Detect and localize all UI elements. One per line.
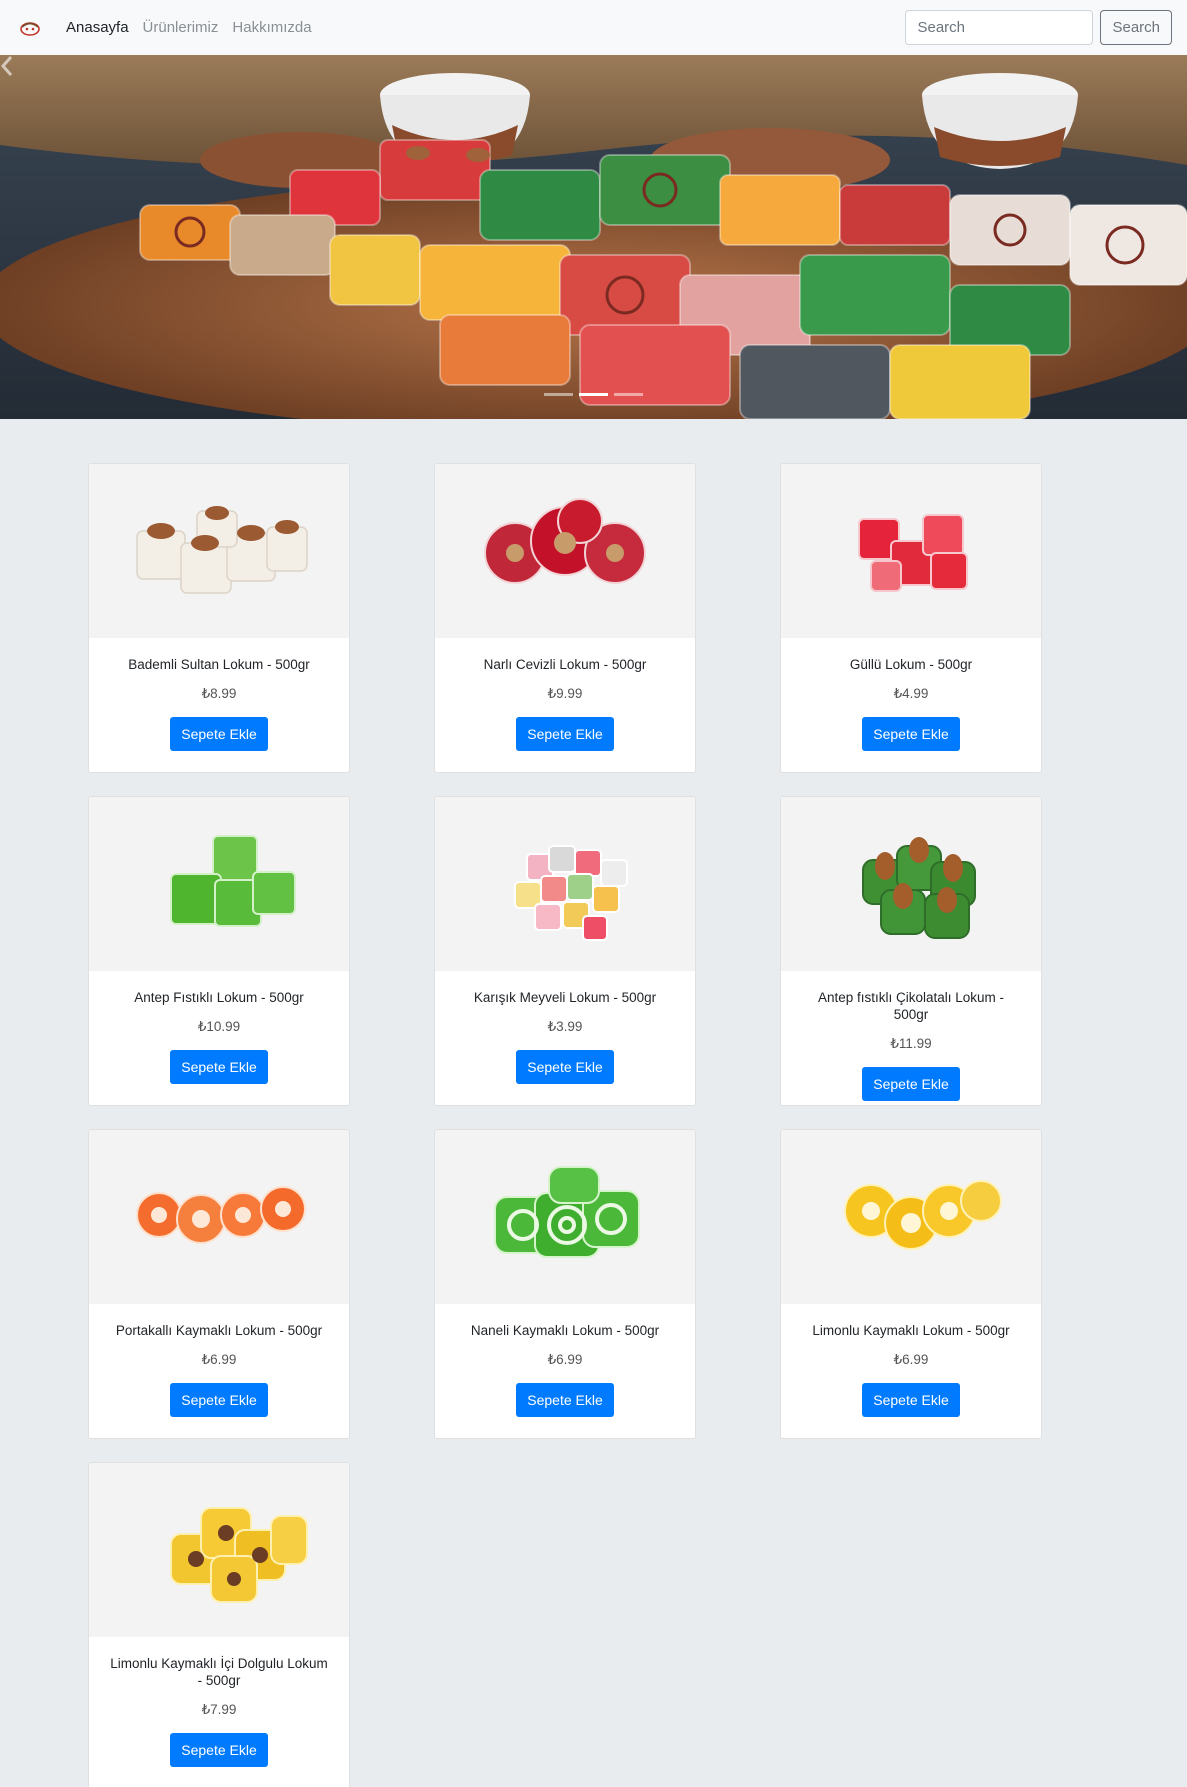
carousel-indicators [0, 393, 1187, 396]
product-name: Bademli Sultan Lokum - 500gr [128, 657, 310, 672]
product-card: Naneli Kaymaklı Lokum - 500gr ₺6.99 Sepe… [434, 1129, 696, 1439]
product-name: Limonlu Kaymaklı Lokum - 500gr [812, 1323, 1010, 1338]
filled-lemon-lokum-icon [89, 1463, 349, 1637]
product-name: Naneli Kaymaklı Lokum - 500gr [470, 1323, 660, 1338]
almond-lokum-icon [89, 464, 349, 638]
product-name: Portakallı Kaymaklı Lokum - 500gr [115, 1323, 323, 1338]
product-card: Güllü Lokum - 500gr ₺4.99 Sepete Ekle [780, 463, 1042, 773]
carousel-indicator-1[interactable] [544, 393, 573, 396]
product-name: Güllü Lokum - 500gr [849, 657, 973, 672]
product-name: Limonlu Kaymaklı İçi Dolgulu Lokum - 500… [110, 1656, 328, 1688]
add-to-cart-button[interactable]: Sepete Ekle [170, 717, 268, 751]
product-name: Antep fıstıklı Çikolatalı Lokum - 500gr [817, 990, 1005, 1022]
product-price: ₺7.99 [201, 1702, 237, 1717]
product-price: ₺6.99 [547, 1352, 583, 1367]
add-to-cart-button[interactable]: Sepete Ekle [862, 1383, 960, 1417]
add-to-cart-button[interactable]: Sepete Ekle [862, 1067, 960, 1101]
product-price: ₺4.99 [893, 686, 929, 701]
add-to-cart-button[interactable]: Sepete Ekle [862, 717, 960, 751]
search-input[interactable] [905, 10, 1094, 45]
orange-cream-lokum-icon [89, 1130, 349, 1304]
carousel-prev-button[interactable] [0, 55, 178, 419]
mint-cream-lokum-icon [435, 1130, 695, 1304]
pistachio-chocolate-lokum-icon [781, 797, 1041, 971]
search-button[interactable]: Search [1100, 10, 1172, 45]
lemon-cream-lokum-icon [781, 1130, 1041, 1304]
product-price: ₺6.99 [201, 1352, 237, 1367]
add-to-cart-button[interactable]: Sepete Ekle [170, 1733, 268, 1767]
product-name: Antep Fıstıklı Lokum - 500gr [134, 990, 304, 1005]
product-price: ₺6.99 [893, 1352, 929, 1367]
nav-link-hakkimizda[interactable]: Hakkımızda [232, 19, 311, 36]
add-to-cart-button[interactable]: Sepete Ekle [170, 1050, 268, 1084]
add-to-cart-button[interactable]: Sepete Ekle [516, 1050, 614, 1084]
product-price: ₺11.99 [890, 1036, 932, 1051]
product-name: Narlı Cevizli Lokum - 500gr [483, 657, 647, 672]
navbar: Anasayfa Ürünlerimiz Hakkımızda Search [0, 0, 1187, 55]
nav-link-urunlerimiz[interactable]: Ürünlerimiz [143, 19, 219, 36]
product-price: ₺8.99 [201, 686, 237, 701]
rose-lokum-icon [781, 464, 1041, 638]
product-card: Bademli Sultan Lokum - 500gr ₺8.99 Sepet… [88, 463, 350, 773]
pomegranate-walnut-lokum-icon [435, 464, 695, 638]
product-card: Narlı Cevizli Lokum - 500gr ₺9.99 Sepete… [434, 463, 696, 773]
product-card: Limonlu Kaymaklı İçi Dolgulu Lokum - 500… [88, 1462, 350, 1787]
nav-link-anasayfa[interactable]: Anasayfa [66, 19, 129, 36]
carousel-next-button[interactable] [1009, 55, 1187, 419]
add-to-cart-button[interactable]: Sepete Ekle [516, 1383, 614, 1417]
product-card: Portakallı Kaymaklı Lokum - 500gr ₺6.99 … [88, 1129, 350, 1439]
product-card: Antep Fıstıklı Lokum - 500gr ₺10.99 Sepe… [88, 796, 350, 1106]
product-price: ₺9.99 [547, 686, 583, 701]
product-price: ₺10.99 [197, 1019, 241, 1034]
product-card: Antep fıstıklı Çikolatalı Lokum - 500gr … [780, 796, 1042, 1106]
product-name: Karışık Meyveli Lokum - 500gr [473, 990, 657, 1005]
product-price: ₺3.99 [547, 1019, 583, 1034]
add-to-cart-button[interactable]: Sepete Ekle [516, 717, 614, 751]
pistachio-lokum-icon [89, 797, 349, 971]
carousel-indicator-2[interactable] [579, 393, 608, 396]
carousel-indicator-3[interactable] [614, 393, 643, 396]
lokum-logo-icon[interactable] [17, 15, 42, 40]
product-card: Limonlu Kaymaklı Lokum - 500gr ₺6.99 Sep… [780, 1129, 1042, 1439]
hero-carousel [0, 55, 1187, 419]
mixed-fruit-lokum-icon [435, 797, 695, 971]
product-card: Karışık Meyveli Lokum - 500gr ₺3.99 Sepe… [434, 796, 696, 1106]
add-to-cart-button[interactable]: Sepete Ekle [170, 1383, 268, 1417]
